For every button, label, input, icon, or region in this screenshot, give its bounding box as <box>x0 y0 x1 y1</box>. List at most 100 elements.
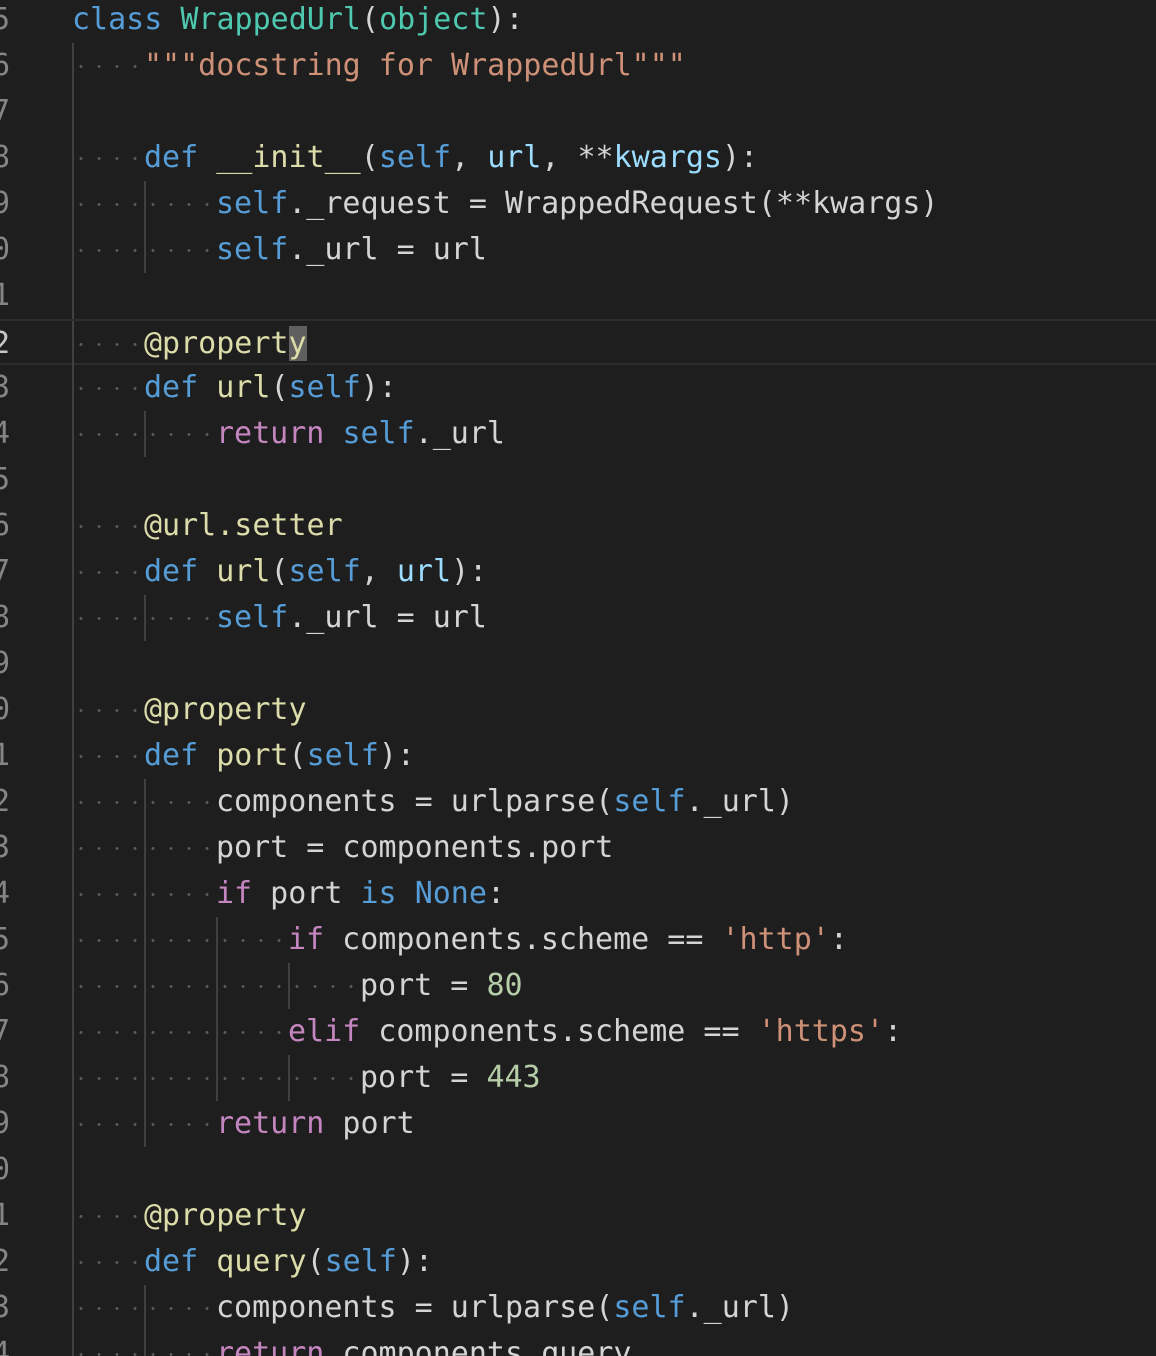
code-token: @propert <box>144 326 289 361</box>
whitespace-dots <box>72 755 144 758</box>
code-line[interactable]: 5 if components.scheme == 'http': <box>0 917 1156 963</box>
code-token: ._url) <box>685 784 794 819</box>
code-text[interactable]: return components.query <box>216 1331 631 1356</box>
line-number: 7 <box>0 1014 11 1049</box>
code-line[interactable]: 0 <box>0 1147 1156 1193</box>
line-number: 5 <box>0 2 11 37</box>
code-text[interactable]: @property <box>144 687 307 733</box>
code-line[interactable]: 9 return port <box>0 1101 1156 1147</box>
code-line[interactable]: 0 self._url = url <box>0 227 1156 273</box>
line-number: 5 <box>0 922 11 957</box>
line-number: 7 <box>0 94 11 129</box>
code-text[interactable]: def __init__(self, url, **kwargs): <box>144 135 758 181</box>
code-text[interactable]: @url.setter <box>144 503 343 549</box>
code-editor[interactable]: 5 class WrappedUrl(object): 6 """docstring … <box>0 0 1156 1356</box>
code-token: @property <box>144 692 307 727</box>
code-line[interactable]: 6 port = 80 <box>0 963 1156 1009</box>
code-text[interactable]: def port(self): <box>144 733 415 779</box>
code-text[interactable]: def url(self): <box>144 365 397 411</box>
code-line[interactable]: 0 @property <box>0 687 1156 733</box>
code-text[interactable]: components = urlparse(self._url) <box>216 779 794 825</box>
code-token: : <box>884 1014 903 1049</box>
code-text[interactable]: def url(self, url): <box>144 549 487 595</box>
code-line[interactable]: 6 """docstring for WrappedUrl""" <box>0 43 1156 89</box>
code-line[interactable]: 7 <box>0 89 1156 135</box>
code-line[interactable]: 7 def url(self, url): <box>0 549 1156 595</box>
code-text[interactable]: self._request = WrappedRequest(**kwargs) <box>216 181 938 227</box>
code-token: self <box>378 140 452 175</box>
code-token: def <box>144 140 199 175</box>
code-line[interactable]: 3 def url(self): <box>0 365 1156 411</box>
whitespace-dots <box>72 1215 144 1218</box>
code-line[interactable]: 1 <box>0 273 1156 319</box>
code-token: def <box>144 554 199 589</box>
line-number: 8 <box>0 1060 11 1095</box>
code-text[interactable]: """docstring for WrappedUrl""" <box>144 43 686 89</box>
code-token: components = urlparse( <box>216 784 614 819</box>
code-token: if <box>288 922 325 957</box>
code-line[interactable]: 8 self._url = url <box>0 595 1156 641</box>
code-token: , <box>451 140 488 175</box>
code-token: ): <box>487 2 524 37</box>
whitespace-dots <box>72 1123 216 1126</box>
code-text[interactable]: components = urlparse(self._url) <box>216 1285 794 1331</box>
code-line[interactable]: 6 @url.setter <box>0 503 1156 549</box>
code-line[interactable]: 9 <box>0 641 1156 687</box>
code-line[interactable]: 4 return self._url <box>0 411 1156 457</box>
whitespace-dots <box>72 847 216 850</box>
code-line[interactable]: 3 components = urlparse(self._url) <box>0 1285 1156 1331</box>
whitespace-dots <box>72 801 216 804</box>
code-line[interactable]: 1 @property <box>0 1193 1156 1239</box>
code-line[interactable]: 1 def port(self): <box>0 733 1156 779</box>
code-line[interactable]: 5 <box>0 457 1156 503</box>
code-text[interactable]: @property <box>144 1193 307 1239</box>
code-line[interactable]: 7 elif components.scheme == 'https': <box>0 1009 1156 1055</box>
code-text[interactable]: port = 80 <box>360 963 523 1009</box>
code-token: ): <box>360 370 397 405</box>
code-line[interactable]: 2 @property <box>0 319 1156 367</box>
code-token: @property <box>144 1198 307 1233</box>
whitespace-dots <box>72 1077 360 1080</box>
code-text[interactable]: if port is None: <box>216 871 505 917</box>
code-line[interactable]: 8 port = 443 <box>0 1055 1156 1101</box>
whitespace-dots <box>72 617 216 620</box>
code-text[interactable]: self._url = url <box>216 227 487 273</box>
code-text[interactable]: return port <box>216 1101 415 1147</box>
code-text[interactable]: self._url = url <box>216 595 487 641</box>
indent-guide <box>72 273 74 319</box>
line-number: 6 <box>0 968 11 1003</box>
code-line[interactable]: 4 if port is None: <box>0 871 1156 917</box>
code-line[interactable]: 8 def __init__(self, url, **kwargs): <box>0 135 1156 181</box>
code-line[interactable]: 9 self._request = WrappedRequest(**kwargs… <box>0 181 1156 227</box>
code-token: , <box>360 554 397 589</box>
code-text[interactable]: elif components.scheme == 'https': <box>288 1009 902 1055</box>
code-line[interactable]: 4 return components.query <box>0 1331 1156 1356</box>
code-token: 'https' <box>757 1014 885 1049</box>
line-number: 5 <box>0 462 11 497</box>
whitespace-dots <box>72 203 216 206</box>
indent-guide <box>72 1147 74 1193</box>
code-text[interactable]: def query(self): <box>144 1239 433 1285</box>
line-number: 0 <box>0 1152 11 1187</box>
code-text[interactable]: if components.scheme == 'http': <box>288 917 848 963</box>
code-text[interactable]: class WrappedUrl(object): <box>72 0 524 43</box>
code-token: kwargs <box>613 140 722 175</box>
code-token: return <box>216 416 325 451</box>
code-line[interactable]: 5 class WrappedUrl(object): <box>0 0 1156 43</box>
code-token: query <box>216 1244 307 1279</box>
line-number: 4 <box>0 876 11 911</box>
code-line[interactable]: 2 def query(self): <box>0 1239 1156 1285</box>
code-line[interactable]: 3 port = components.port <box>0 825 1156 871</box>
code-token: url <box>487 140 542 175</box>
code-token: port <box>252 876 361 911</box>
code-text[interactable]: port = 443 <box>360 1055 541 1101</box>
line-number: 8 <box>0 140 11 175</box>
code-text[interactable]: @property <box>144 321 307 367</box>
code-line[interactable]: 2 components = urlparse(self._url) <box>0 779 1156 825</box>
code-text[interactable]: return self._url <box>216 411 505 457</box>
code-text[interactable]: port = components.port <box>216 825 613 871</box>
